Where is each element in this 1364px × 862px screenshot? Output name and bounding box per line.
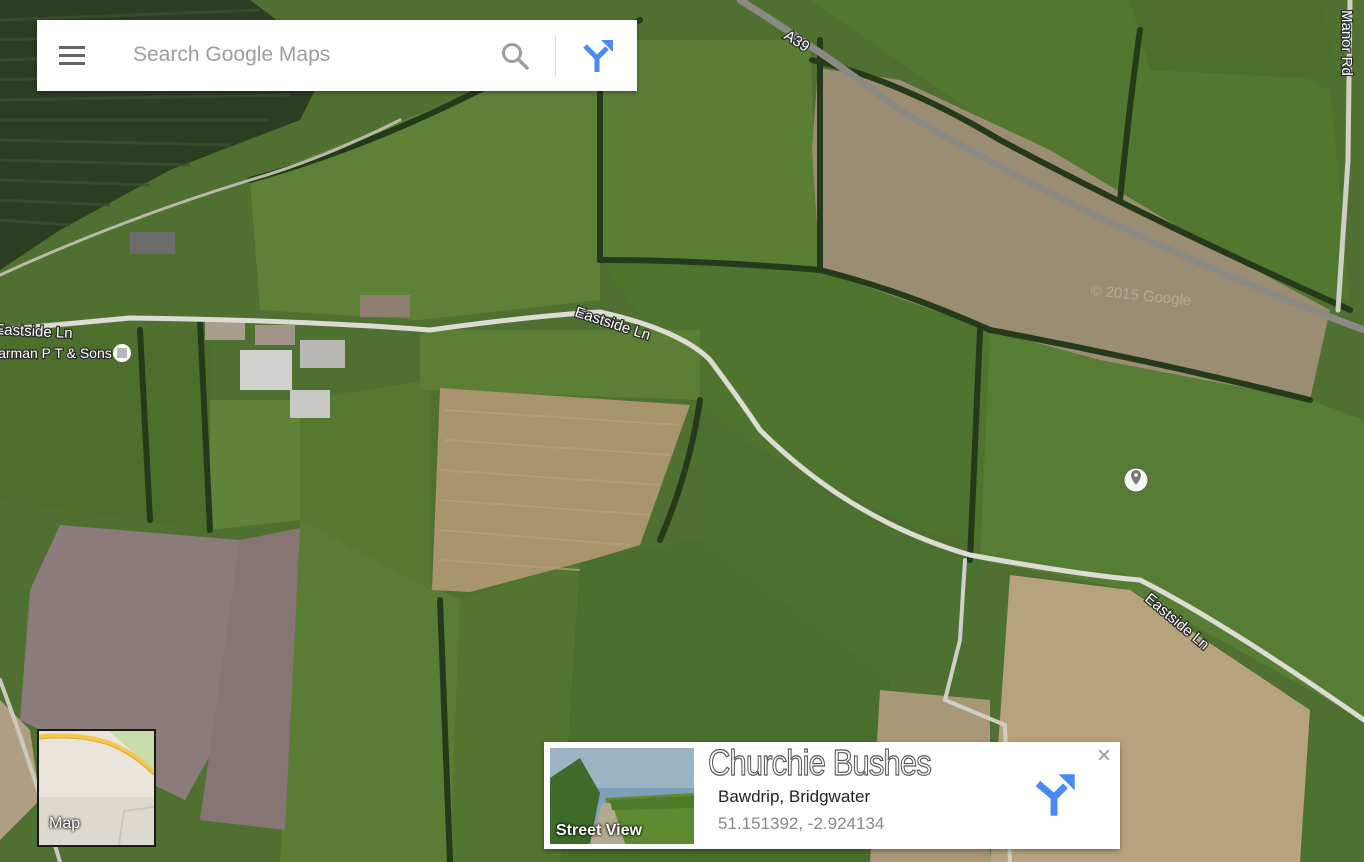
magnifier-icon — [502, 43, 529, 70]
map-layer-toggle[interactable]: Map — [37, 729, 156, 847]
map-layer-label: Map — [49, 815, 81, 832]
directions-button[interactable] — [577, 36, 617, 76]
poi-square-icon — [113, 344, 131, 362]
poi-harman[interactable]: Harman P T & Sons — [0, 344, 131, 362]
poi-label: Harman P T & Sons — [0, 345, 112, 361]
directions-arrow-icon — [1035, 774, 1075, 816]
place-info-card: Street View Churchie Bushes Bawdrip, Bri… — [544, 741, 1120, 849]
menu-button[interactable] — [57, 40, 87, 70]
place-pin-icon[interactable] — [1123, 467, 1149, 493]
card-directions-button[interactable] — [1031, 772, 1077, 818]
label-manor-rd: Manor Rd — [1338, 10, 1355, 76]
place-coordinates[interactable]: 51.151392, -2.924134 — [718, 814, 884, 834]
search-box — [37, 20, 637, 91]
street-view-label: Street View — [556, 822, 642, 839]
place-name: Churchie Bushes — [707, 741, 932, 783]
satellite-map[interactable]: A39 Manor Rd Eastside Ln Eastside Ln Eas… — [0, 0, 1364, 862]
place-locality: Bawdrip, Bridgwater — [718, 787, 871, 806]
close-x-icon[interactable]: × — [1094, 744, 1114, 768]
hamburger-menu-icon — [59, 46, 85, 49]
directions-arrow-icon — [583, 40, 613, 72]
search-button[interactable] — [499, 40, 531, 72]
street-view-thumbnail[interactable]: Street View — [550, 748, 694, 844]
search-divider — [555, 36, 556, 76]
search-input[interactable] — [133, 38, 493, 72]
